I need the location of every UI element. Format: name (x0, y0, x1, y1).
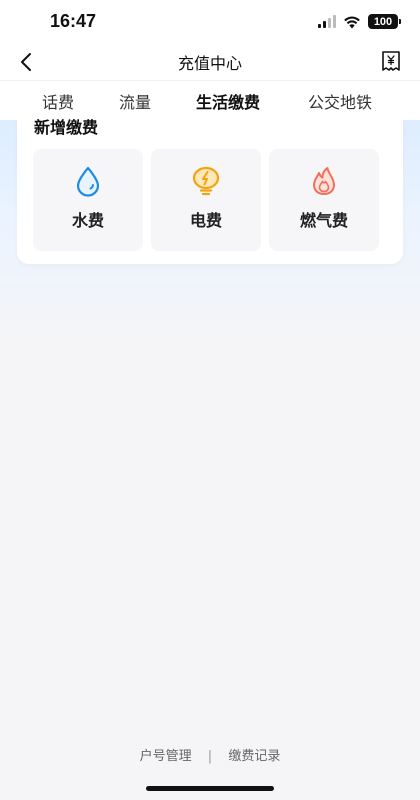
battery-icon: 100 (368, 14, 401, 29)
water-drop-icon (76, 166, 100, 197)
receipt-yuan-icon (382, 51, 400, 71)
water-bill-label: 水费 (71, 211, 104, 230)
page-title: 充值中心 (177, 54, 242, 73)
gas-bill-label: 燃气费 (299, 211, 348, 230)
payment-records-link[interactable]: 缴费记录 (228, 745, 280, 764)
home-indicator (146, 786, 274, 791)
wifi-icon (344, 16, 360, 28)
gas-bill-tile[interactable]: 燃气费 (269, 149, 379, 251)
flame-icon (313, 167, 335, 195)
footer-separator: | (207, 749, 213, 764)
bill-button[interactable] (378, 48, 404, 76)
electricity-bill-label: 电费 (189, 211, 222, 230)
water-bill-tile[interactable]: 水费 (33, 149, 143, 251)
status-bar: 16:47 100 (0, 0, 420, 44)
status-time: 16:47 (50, 11, 97, 31)
account-management-link[interactable]: 户号管理 (140, 745, 192, 764)
electricity-bill-tile[interactable]: 电费 (151, 149, 261, 251)
status-icons: 100 (318, 14, 401, 29)
cellular-signal-icon (318, 15, 336, 28)
lightbulb-icon (192, 166, 220, 196)
new-payment-card: 新增缴费 水费 电费 燃气费 (17, 110, 403, 264)
section-title: 新增缴费 (34, 118, 99, 137)
payment-tiles: 水费 电费 燃气费 (33, 149, 379, 251)
nav-bar: 充值中心 (0, 44, 420, 80)
footer-links: 户号管理 | 缴费记录 (0, 745, 420, 764)
